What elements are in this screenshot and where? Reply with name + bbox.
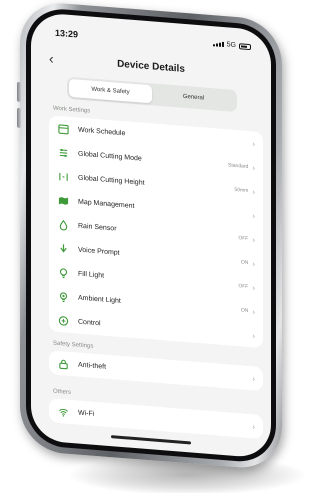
chevron-right-icon: ›: [252, 421, 255, 431]
volume-up-button: [17, 81, 21, 103]
phone-mockup: 13:29 5G ‹ Device Details Work & Safety …: [17, 0, 290, 493]
row-value: OFF: [238, 235, 249, 242]
chevron-right-icon: ›: [252, 210, 255, 220]
chevron-right-icon: ›: [252, 306, 255, 316]
tab-general[interactable]: General: [152, 85, 235, 110]
bulb-icon: [57, 266, 69, 279]
product-render: 13:29 5G ‹ Device Details Work & Safety …: [0, 0, 305, 493]
chevron-right-icon: ›: [252, 138, 255, 148]
row-label: Control: [78, 318, 101, 327]
row-label: Wi-Fi: [78, 409, 95, 418]
battery-icon: [239, 42, 251, 50]
row-value: OFF: [238, 283, 249, 290]
chevron-right-icon: ›: [252, 282, 255, 292]
phone-frame: 13:29 5G ‹ Device Details Work & Safety …: [17, 0, 282, 471]
section-header-others: Others: [53, 388, 72, 397]
page-title: Device Details: [117, 58, 185, 75]
wifi-icon: [57, 405, 69, 418]
home-indicator: [111, 435, 191, 445]
map-icon: [57, 194, 69, 207]
speaker-icon: [57, 242, 69, 255]
phone-screen: 13:29 5G ‹ Device Details Work & Safety …: [31, 11, 271, 459]
row-label: Global Cutting Mode: [78, 150, 142, 163]
signal-icon: [212, 41, 224, 48]
chevron-right-icon: ›: [252, 162, 255, 172]
others-card: Wi-Fi ›: [49, 398, 263, 440]
tab-work-safety[interactable]: Work & Safety: [69, 78, 152, 104]
row-value: ON: [240, 307, 249, 314]
chevron-right-icon: ›: [252, 186, 255, 196]
rain-icon: [57, 218, 69, 231]
row-value: 50mm: [234, 186, 249, 194]
volume-down-button: [17, 107, 21, 129]
chevron-right-icon: ›: [252, 373, 255, 383]
chevron-right-icon: ›: [252, 330, 255, 340]
row-wifi[interactable]: Wi-Fi ›: [49, 398, 263, 439]
height-icon: [57, 170, 69, 183]
row-anti-theft[interactable]: Anti-theft ›: [49, 350, 263, 391]
row-value: ON: [240, 259, 249, 266]
lock-icon: [57, 357, 69, 370]
segmented-tabs: Work & Safety General: [67, 76, 237, 113]
safety-settings-card: Anti-theft ›: [49, 350, 263, 392]
section-header-safety: Safety Settings: [53, 340, 94, 350]
row-label: Anti-theft: [78, 361, 107, 371]
cutting-mode-icon: [57, 146, 69, 159]
network-type: 5G: [226, 41, 236, 49]
work-settings-card: Work Schedule › Global Cutting Mode Stan…: [49, 115, 263, 349]
calendar-icon: [57, 122, 69, 135]
chevron-right-icon: ›: [252, 258, 255, 268]
gamepad-icon: [57, 314, 69, 327]
row-value: Standard: [228, 162, 249, 170]
ambient-light-icon: [57, 290, 69, 303]
status-indicators: 5G: [212, 40, 251, 50]
section-header-work: Work Settings: [53, 105, 91, 115]
chevron-right-icon: ›: [252, 234, 255, 244]
phone-bezel: 13:29 5G ‹ Device Details Work & Safety …: [26, 6, 276, 465]
status-time: 13:29: [55, 27, 79, 40]
